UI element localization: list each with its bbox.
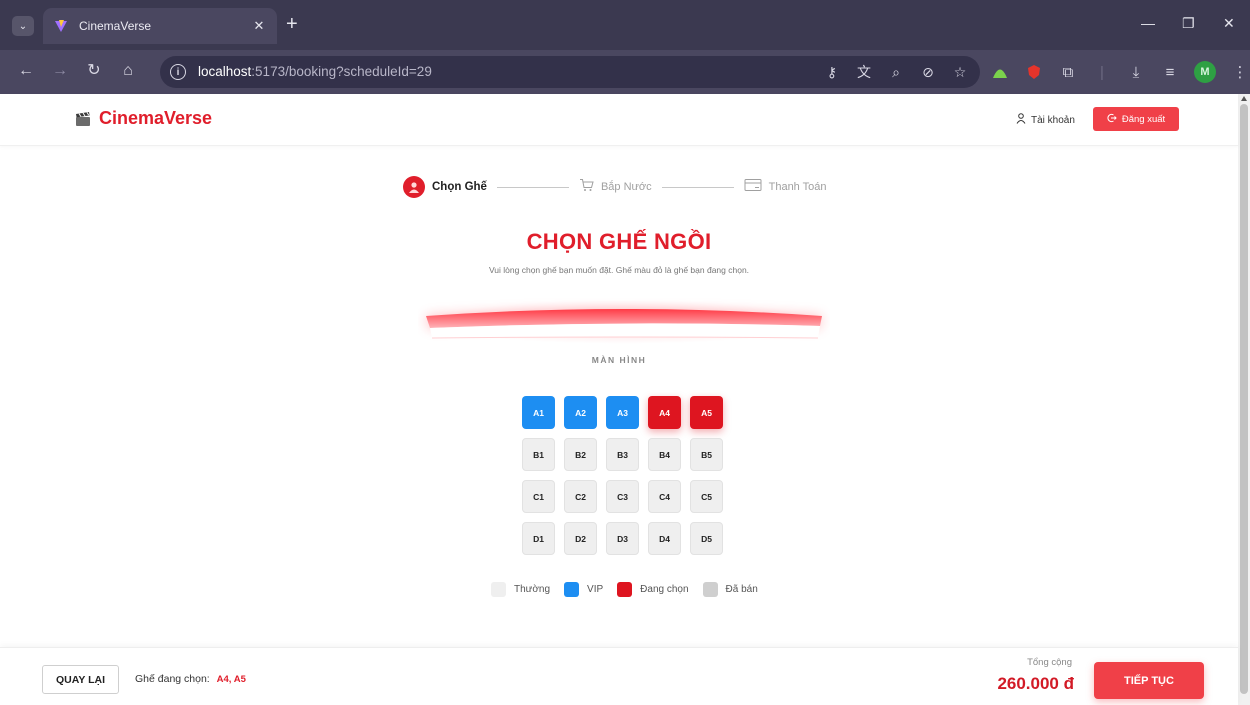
legend-label: Đã bán	[725, 584, 758, 595]
account-label: Tài khoản	[1031, 114, 1075, 126]
booking-steps: Chọn Ghế Bắp Nước Thanh Toán	[403, 175, 827, 199]
clapperboard-icon	[75, 111, 91, 127]
logout-icon	[1107, 113, 1117, 126]
seat-c3[interactable]: C3	[606, 480, 639, 513]
seat-a1[interactable]: A1	[522, 396, 555, 429]
legend-swatch	[491, 582, 506, 597]
home-icon[interactable]: ⌂	[118, 62, 138, 80]
step-seat-icon	[403, 176, 425, 198]
total-label: Tổng cộng	[1027, 657, 1072, 668]
legend-label: Đang chọn	[640, 584, 689, 595]
legend-item: VIP	[564, 582, 603, 597]
profile-avatar[interactable]: M	[1194, 61, 1216, 83]
legend-swatch	[617, 582, 633, 597]
logout-button[interactable]: Đăng xuất	[1093, 107, 1179, 131]
app-header: CinemaVerse Tài khoản Đăng xuất	[0, 94, 1238, 146]
logo-text: CinemaVerse	[99, 108, 213, 128]
logo[interactable]: CinemaVerse	[75, 108, 212, 129]
seat-b5[interactable]: B5	[690, 438, 723, 471]
page-subtitle: Vui lòng chọn ghế bạn muốn đặt. Ghế màu …	[488, 265, 750, 275]
scrollbar-thumb[interactable]	[1240, 104, 1248, 694]
seat-c2[interactable]: C2	[564, 480, 597, 513]
seat-b3[interactable]: B3	[606, 438, 639, 471]
seat-c5[interactable]: C5	[690, 480, 723, 513]
forward-icon[interactable]: →	[50, 62, 70, 80]
cinema-screen	[418, 298, 830, 354]
step-connector	[661, 186, 734, 188]
seat-d3[interactable]: D3	[606, 522, 639, 555]
seat-d4[interactable]: D4	[648, 522, 681, 555]
seat-c1[interactable]: C1	[522, 480, 555, 513]
back-button[interactable]: QUAY LẠI	[42, 665, 119, 694]
browser-toolbar: ← → ↻ ⌂ i localhost:5173/booking?schedul…	[0, 50, 1250, 94]
seat-a5[interactable]: A5	[690, 396, 723, 429]
browser-tab-bar: ⌄ CinemaVerse ✕ + — ❐ ✕	[0, 0, 1250, 50]
minimize-icon[interactable]: —	[1141, 15, 1155, 31]
restore-icon[interactable]: ❐	[1182, 15, 1195, 32]
legend-item: Đã bán	[702, 582, 758, 597]
new-tab-button[interactable]: +	[286, 14, 298, 34]
tab-close-icon[interactable]: ✕	[251, 18, 267, 34]
zoom-icon[interactable]: ⌕	[886, 62, 906, 82]
eye-off-icon[interactable]: ⊘	[918, 62, 938, 82]
scroll-up-arrow[interactable]	[1241, 96, 1247, 101]
legend-label: Thường	[514, 584, 551, 595]
url-text[interactable]: localhost:5173/booking?scheduleId=29	[198, 64, 432, 79]
site-info-icon[interactable]: i	[170, 64, 186, 80]
tab-title: CinemaVerse	[79, 19, 152, 33]
menu-kebab-icon[interactable]: ⋮	[1230, 62, 1250, 82]
seat-a3[interactable]: A3	[606, 396, 639, 429]
reload-icon[interactable]: ↻	[84, 62, 104, 80]
vite-favicon-icon	[53, 18, 69, 34]
seat-a4[interactable]: A4	[648, 396, 681, 429]
legend-item: Thường	[491, 582, 550, 597]
total-amount: 260.000 đ	[997, 674, 1074, 693]
download-icon[interactable]: ⤓	[1126, 62, 1146, 82]
browser-tab[interactable]: CinemaVerse ✕	[43, 8, 277, 44]
step-payment-label: Thanh Toán	[768, 181, 827, 193]
step-connector	[496, 186, 569, 188]
selected-seats-info: Ghế đang chọn: A4, A5	[135, 673, 246, 685]
key-icon[interactable]: ⚷	[822, 62, 842, 82]
user-icon	[1016, 113, 1026, 127]
legend-item: Đang chọn	[617, 582, 689, 597]
seat-d1[interactable]: D1	[522, 522, 555, 555]
logout-label: Đăng xuất	[1121, 113, 1166, 125]
seat-b1[interactable]: B1	[522, 438, 555, 471]
selected-seats-value: A4, A5	[216, 674, 246, 685]
step-seat-label: Chọn Ghế	[432, 181, 487, 193]
cart-icon	[579, 178, 594, 197]
seat-d5[interactable]: D5	[690, 522, 723, 555]
adblock-icon[interactable]	[1024, 62, 1044, 82]
back-icon[interactable]: ←	[16, 62, 36, 80]
selected-seats-label: Ghế đang chọn:	[135, 673, 210, 685]
legend-swatch	[564, 582, 580, 597]
address-bar[interactable]: i localhost:5173/booking?scheduleId=29 ⚷…	[160, 56, 980, 88]
booking-footer: QUAY LẠI Ghế đang chọn: A4, A5 Tổng cộng…	[0, 647, 1238, 705]
continue-button[interactable]: TIẾP TỤC	[1094, 662, 1204, 699]
seat-b4[interactable]: B4	[648, 438, 681, 471]
seat-a2[interactable]: A2	[564, 396, 597, 429]
credit-card-icon	[744, 178, 762, 197]
seat-d2[interactable]: D2	[564, 522, 597, 555]
legend-swatch	[702, 582, 718, 597]
account-link[interactable]: Tài khoản	[1016, 113, 1075, 127]
extension-icon[interactable]	[990, 62, 1010, 82]
page-title: CHỌN GHẾ NGỒI	[526, 229, 712, 254]
seat-c4[interactable]: C4	[648, 480, 681, 513]
translate-icon[interactable]: 文	[854, 62, 874, 82]
seat-b2[interactable]: B2	[564, 438, 597, 471]
page-scrollbar[interactable]	[1238, 94, 1250, 705]
seat-legend: Thường VIP Đang chọn Đã bán	[491, 582, 772, 597]
media-queue-icon[interactable]: ≡	[1160, 62, 1180, 82]
bookmark-star-icon[interactable]: ☆	[950, 62, 970, 82]
screen-label: MÀN HÌNH	[591, 355, 647, 365]
seat-grid: A1 A2 A3 A4 A5 B1 B2 B3 B4 B5 C1 C2 C3 C4 C5 D1 D2 D3 D4 D5	[522, 396, 725, 555]
legend-label: VIP	[587, 584, 604, 595]
extensions-puzzle-icon[interactable]: ⧉	[1058, 62, 1078, 82]
toolbar-divider: |	[1100, 63, 1104, 81]
close-window-icon[interactable]: ✕	[1223, 15, 1235, 32]
step-snack-label: Bắp Nước	[600, 181, 652, 193]
tab-search-button[interactable]: ⌄	[12, 16, 34, 36]
